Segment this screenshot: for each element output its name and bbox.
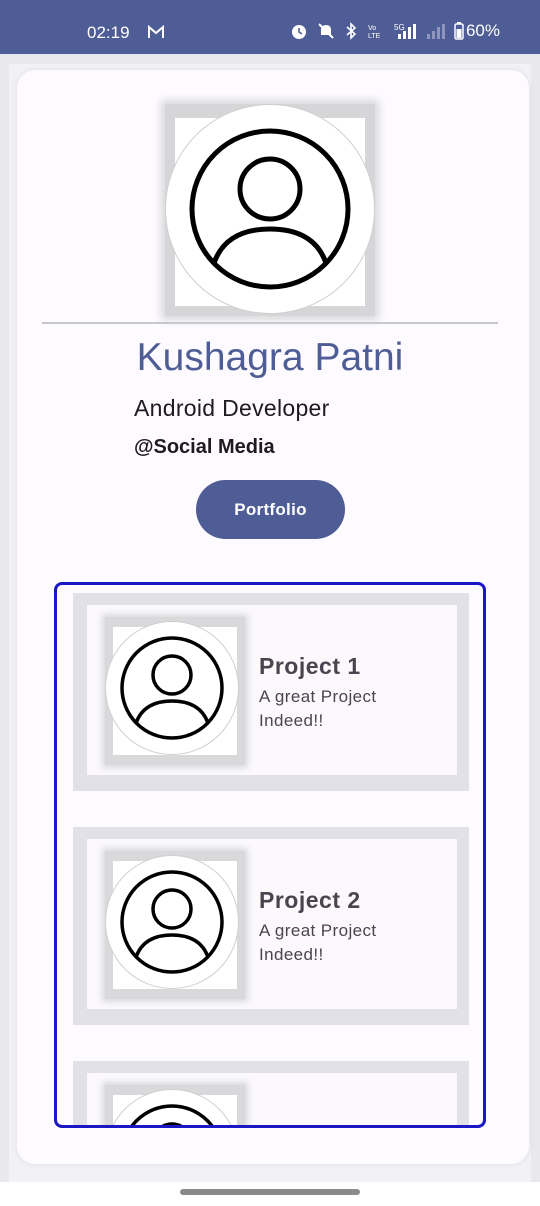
signal-icon: [426, 24, 445, 39]
profile-avatar[interactable]: [165, 104, 375, 314]
divider: [42, 322, 498, 324]
bluetooth-icon: [346, 22, 357, 40]
project-description: A great Project Indeed!!: [259, 687, 377, 730]
project-card-content: Project 2 A great Project Indeed!!: [87, 839, 457, 1009]
projects-list[interactable]: Project 1 A great Project Indeed!! Proje…: [54, 582, 486, 1128]
project-title: Project 1: [259, 653, 361, 679]
status-bar: 02:19 Vo LTE 5G 60%: [0, 0, 540, 54]
home-indicator[interactable]: [180, 1189, 360, 1195]
svg-text:5G: 5G: [394, 23, 405, 32]
mute-icon: [318, 23, 334, 39]
portfolio-button[interactable]: Portfolio: [196, 480, 345, 539]
svg-text:Vo: Vo: [368, 25, 376, 32]
alarm-icon: [291, 25, 306, 39]
account-circle-icon: [120, 636, 224, 740]
project-description: A great Project Indeed!!: [259, 921, 377, 964]
account-circle-icon: [130, 1104, 214, 1125]
status-time: 02:19: [87, 23, 130, 42]
svg-text:LTE: LTE: [368, 33, 381, 40]
profile-name: Kushagra Patni: [136, 336, 404, 379]
account-circle-icon: [120, 870, 224, 974]
account-circle-icon: [189, 128, 351, 290]
project-card-content: Project 1 A great Project Indeed!!: [87, 605, 457, 775]
project-title: Project 2: [259, 887, 361, 913]
battery-icon: [454, 22, 464, 40]
volte-icon: Vo LTE: [368, 25, 381, 40]
project-card-content: [87, 1073, 457, 1125]
signal-5g-icon: 5G: [394, 23, 416, 39]
social-media-link[interactable]: @Social Media: [134, 436, 275, 459]
project-card[interactable]: Project 2 A great Project Indeed!!: [73, 827, 469, 1025]
project-card[interactable]: Project 1 A great Project Indeed!!: [73, 593, 469, 791]
battery-percent: 60%: [465, 21, 500, 40]
project-thumbnail: [105, 621, 239, 755]
profile-title: Android Developer: [134, 395, 330, 421]
mail-icon: [148, 24, 164, 38]
status-icons: Vo LTE 5G 60%: [290, 21, 500, 41]
project-card[interactable]: [73, 1061, 469, 1125]
project-thumbnail: [105, 855, 239, 989]
